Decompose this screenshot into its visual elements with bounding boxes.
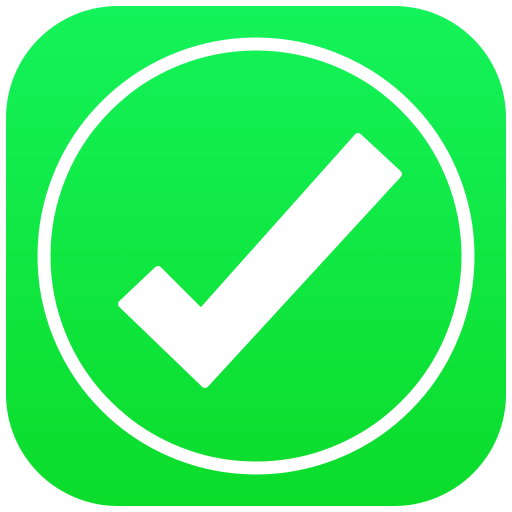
app-icon-graphic — [6, 6, 506, 506]
app-icon[interactable] — [0, 0, 512, 512]
